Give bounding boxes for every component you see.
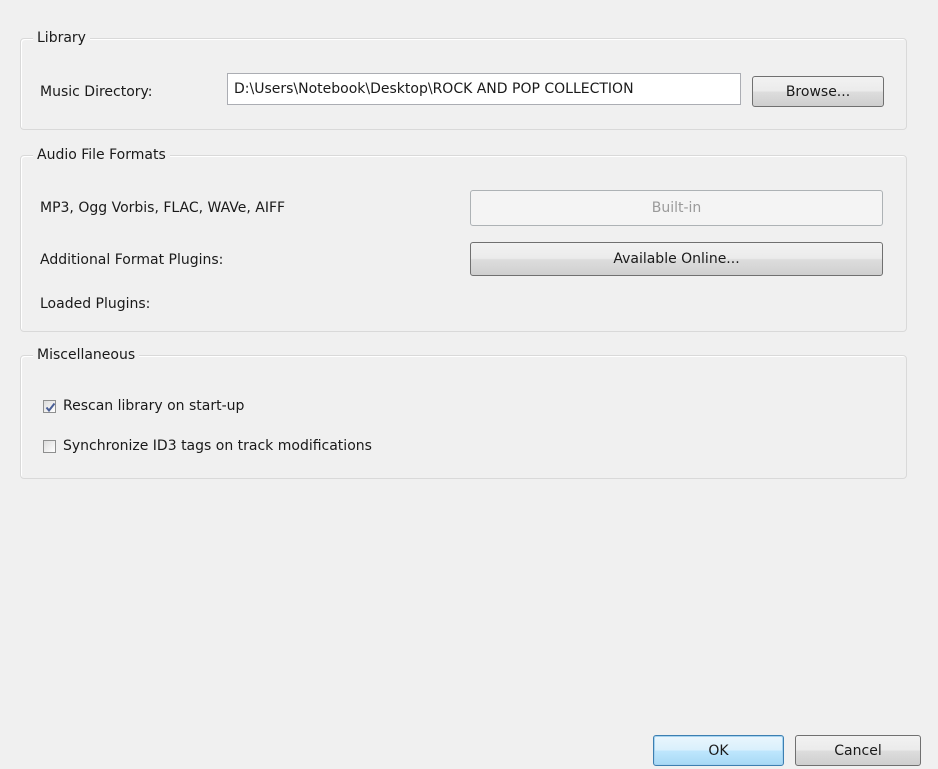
rescan-library-option[interactable]: Rescan library on start-up	[43, 396, 244, 416]
browse-button[interactable]: Browse...	[752, 76, 884, 107]
sync-id3-checkbox[interactable]	[43, 439, 56, 453]
available-online-button[interactable]: Available Online...	[470, 242, 883, 276]
rescan-library-label: Rescan library on start-up	[63, 398, 245, 414]
music-directory-input[interactable]	[227, 73, 741, 105]
audio-formats-group-title: Audio File Formats	[33, 145, 170, 165]
library-group-title: Library	[33, 28, 90, 48]
sync-id3-label: Synchronize ID3 tags on track modificati…	[63, 438, 372, 454]
builtin-formats-label: MP3, Ogg Vorbis, FLAC, WAVe, AIFF	[40, 200, 286, 216]
check-mark-icon	[45, 402, 56, 412]
cancel-button[interactable]: Cancel	[795, 735, 921, 766]
music-directory-label: Music Directory:	[40, 84, 153, 100]
loaded-plugins-label: Loaded Plugins:	[40, 296, 151, 312]
additional-plugins-label: Additional Format Plugins:	[40, 252, 224, 268]
rescan-library-checkbox[interactable]	[43, 399, 56, 413]
misc-group-title: Miscellaneous	[33, 345, 140, 365]
sync-id3-option[interactable]: Synchronize ID3 tags on track modificati…	[43, 436, 372, 456]
misc-group: Miscellaneous	[20, 345, 907, 479]
ok-button[interactable]: OK	[653, 735, 784, 766]
builtin-button: Built-in	[470, 190, 883, 226]
